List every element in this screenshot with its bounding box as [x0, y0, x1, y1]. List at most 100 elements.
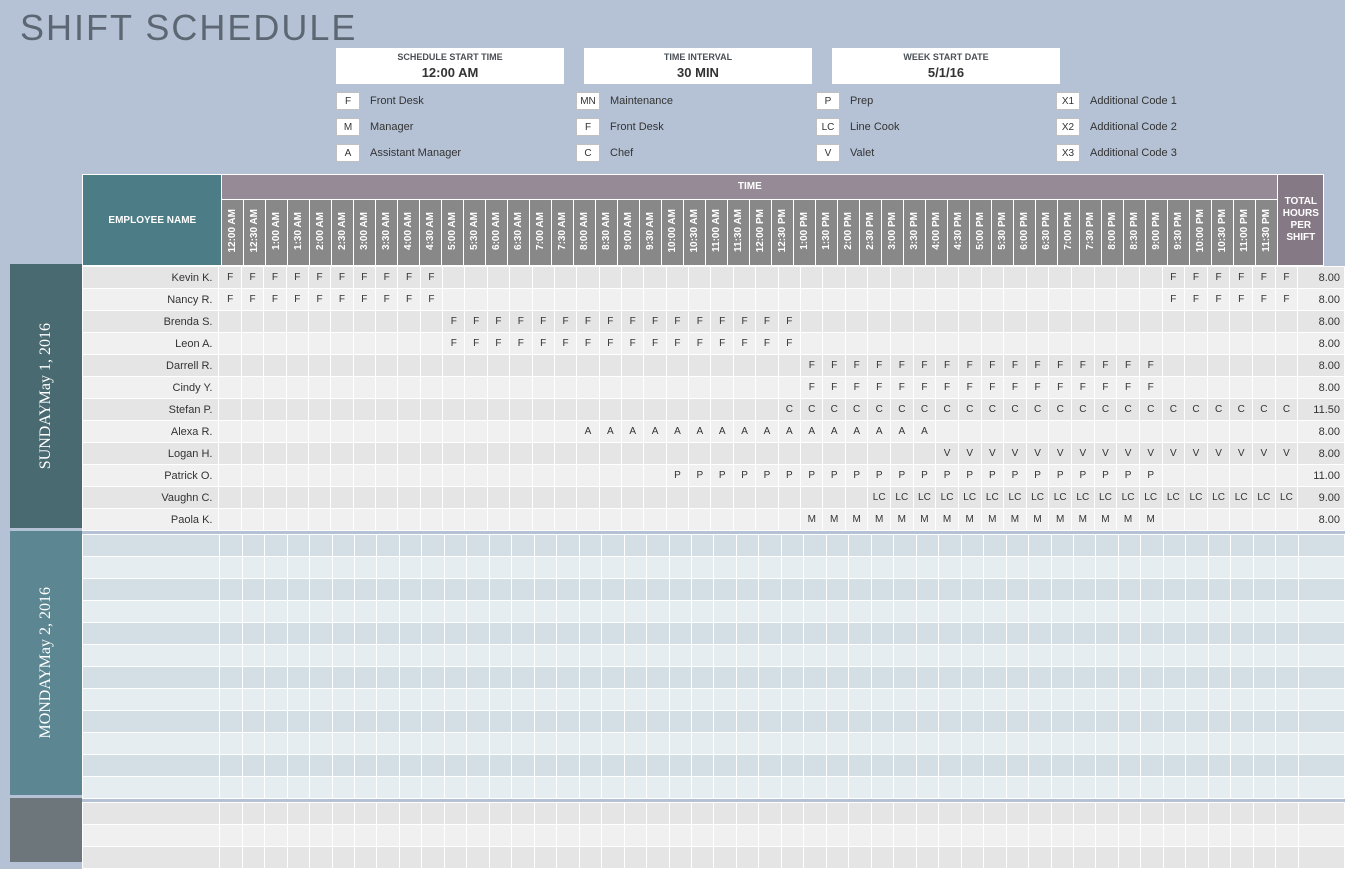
shift-slot-cell[interactable] [220, 689, 242, 711]
shift-slot-cell[interactable] [823, 443, 845, 465]
shift-slot-cell[interactable] [736, 689, 758, 711]
shift-slot-cell[interactable] [781, 825, 803, 847]
shift-slot-cell[interactable] [891, 443, 914, 465]
shift-slot-cell[interactable] [1096, 645, 1118, 667]
shift-slot-cell[interactable] [353, 421, 375, 443]
shift-slot-cell[interactable] [781, 557, 803, 579]
shift-slot-cell[interactable] [1073, 535, 1095, 557]
schedule-start-time-box[interactable]: SCHEDULE START TIME 12:00 AM [336, 48, 564, 84]
shift-slot-cell[interactable] [1208, 803, 1230, 825]
shift-slot-cell[interactable] [1051, 825, 1073, 847]
shift-slot-cell[interactable] [778, 267, 800, 289]
shift-slot-cell[interactable] [936, 333, 959, 355]
shift-slot-cell[interactable] [1141, 667, 1163, 689]
shift-slot-cell[interactable] [871, 623, 893, 645]
shift-slot-cell[interactable] [310, 777, 332, 799]
shift-slot-cell[interactable]: F [711, 333, 733, 355]
shift-slot-cell[interactable] [310, 825, 332, 847]
shift-slot-cell[interactable] [1186, 803, 1208, 825]
shift-slot-cell[interactable] [331, 355, 353, 377]
shift-slot-cell[interactable] [579, 601, 601, 623]
shift-slot-cell[interactable] [826, 777, 848, 799]
shift-slot-cell[interactable]: F [621, 333, 643, 355]
shift-slot-cell[interactable] [308, 465, 330, 487]
shift-slot-cell[interactable] [1051, 689, 1073, 711]
shift-slot-cell[interactable] [220, 667, 242, 689]
shift-slot-cell[interactable]: F [1049, 377, 1072, 399]
shift-slot-cell[interactable] [310, 601, 332, 623]
shift-slot-cell[interactable] [961, 733, 983, 755]
shift-slot-cell[interactable] [489, 847, 511, 869]
shift-slot-cell[interactable]: P [868, 465, 891, 487]
shift-slot-cell[interactable] [444, 689, 466, 711]
shift-slot-cell[interactable] [1163, 601, 1185, 623]
shift-slot-cell[interactable] [1185, 465, 1208, 487]
shift-slot-cell[interactable] [241, 487, 263, 509]
shift-slot-cell[interactable] [1118, 825, 1140, 847]
shift-slot-cell[interactable] [332, 825, 354, 847]
shift-slot-cell[interactable]: F [376, 267, 398, 289]
shift-slot-cell[interactable] [310, 667, 332, 689]
shift-slot-cell[interactable] [353, 311, 375, 333]
shift-slot-cell[interactable] [621, 377, 643, 399]
shift-slot-cell[interactable] [961, 711, 983, 733]
shift-slot-cell[interactable] [916, 535, 938, 557]
shift-slot-cell[interactable] [1141, 803, 1163, 825]
shift-slot-cell[interactable] [1208, 667, 1230, 689]
shift-slot-cell[interactable] [1096, 557, 1118, 579]
shift-slot-cell[interactable] [894, 579, 916, 601]
shift-slot-cell[interactable]: F [420, 289, 442, 311]
shift-slot-cell[interactable] [465, 267, 487, 289]
shift-slot-cell[interactable]: F [308, 267, 330, 289]
shift-slot-cell[interactable] [916, 623, 938, 645]
shift-slot-cell[interactable] [264, 399, 286, 421]
shift-slot-cell[interactable] [984, 733, 1006, 755]
shift-slot-cell[interactable] [939, 667, 961, 689]
shift-slot-cell[interactable]: A [823, 421, 845, 443]
shift-slot-cell[interactable] [804, 777, 826, 799]
shift-slot-cell[interactable] [377, 645, 399, 667]
shift-slot-cell[interactable]: F [286, 267, 308, 289]
shift-slot-cell[interactable] [220, 777, 242, 799]
shift-slot-cell[interactable] [1163, 825, 1185, 847]
shift-slot-cell[interactable] [644, 487, 666, 509]
shift-slot-cell[interactable] [958, 311, 981, 333]
shift-slot-cell[interactable] [443, 509, 465, 531]
shift-slot-cell[interactable] [871, 557, 893, 579]
shift-slot-cell[interactable] [1186, 755, 1208, 777]
shift-slot-cell[interactable] [804, 689, 826, 711]
shift-slot-cell[interactable]: M [958, 509, 981, 531]
shift-slot-cell[interactable] [647, 755, 669, 777]
shift-slot-cell[interactable]: F [733, 333, 755, 355]
shift-slot-cell[interactable]: C [1275, 399, 1298, 421]
shift-slot-cell[interactable]: F [331, 289, 353, 311]
shift-slot-cell[interactable] [871, 777, 893, 799]
shift-slot-cell[interactable] [1118, 711, 1140, 733]
shift-slot-cell[interactable] [532, 443, 554, 465]
shift-slot-cell[interactable] [557, 667, 579, 689]
shift-slot-cell[interactable]: F [1230, 267, 1253, 289]
shift-slot-cell[interactable] [801, 311, 823, 333]
shift-slot-cell[interactable] [826, 535, 848, 557]
shift-slot-cell[interactable] [871, 579, 893, 601]
shift-slot-cell[interactable]: LC [1185, 487, 1208, 509]
shift-slot-cell[interactable] [443, 355, 465, 377]
shift-slot-cell[interactable] [512, 601, 534, 623]
shift-slot-cell[interactable] [1231, 579, 1253, 601]
shift-slot-cell[interactable] [736, 623, 758, 645]
shift-slot-cell[interactable] [444, 733, 466, 755]
shift-slot-cell[interactable] [849, 667, 871, 689]
shift-slot-cell[interactable] [579, 777, 601, 799]
shift-slot-cell[interactable] [220, 645, 242, 667]
shift-slot-cell[interactable] [669, 825, 691, 847]
shift-slot-cell[interactable] [1117, 333, 1140, 355]
shift-slot-cell[interactable] [644, 465, 666, 487]
shift-slot-cell[interactable]: P [1139, 465, 1162, 487]
shift-slot-cell[interactable] [1253, 847, 1275, 869]
shift-slot-cell[interactable] [265, 689, 287, 711]
shift-slot-cell[interactable] [557, 755, 579, 777]
shift-slot-cell[interactable] [1094, 311, 1117, 333]
shift-slot-cell[interactable]: C [1139, 399, 1162, 421]
shift-slot-cell[interactable] [961, 847, 983, 869]
shift-slot-cell[interactable] [377, 623, 399, 645]
